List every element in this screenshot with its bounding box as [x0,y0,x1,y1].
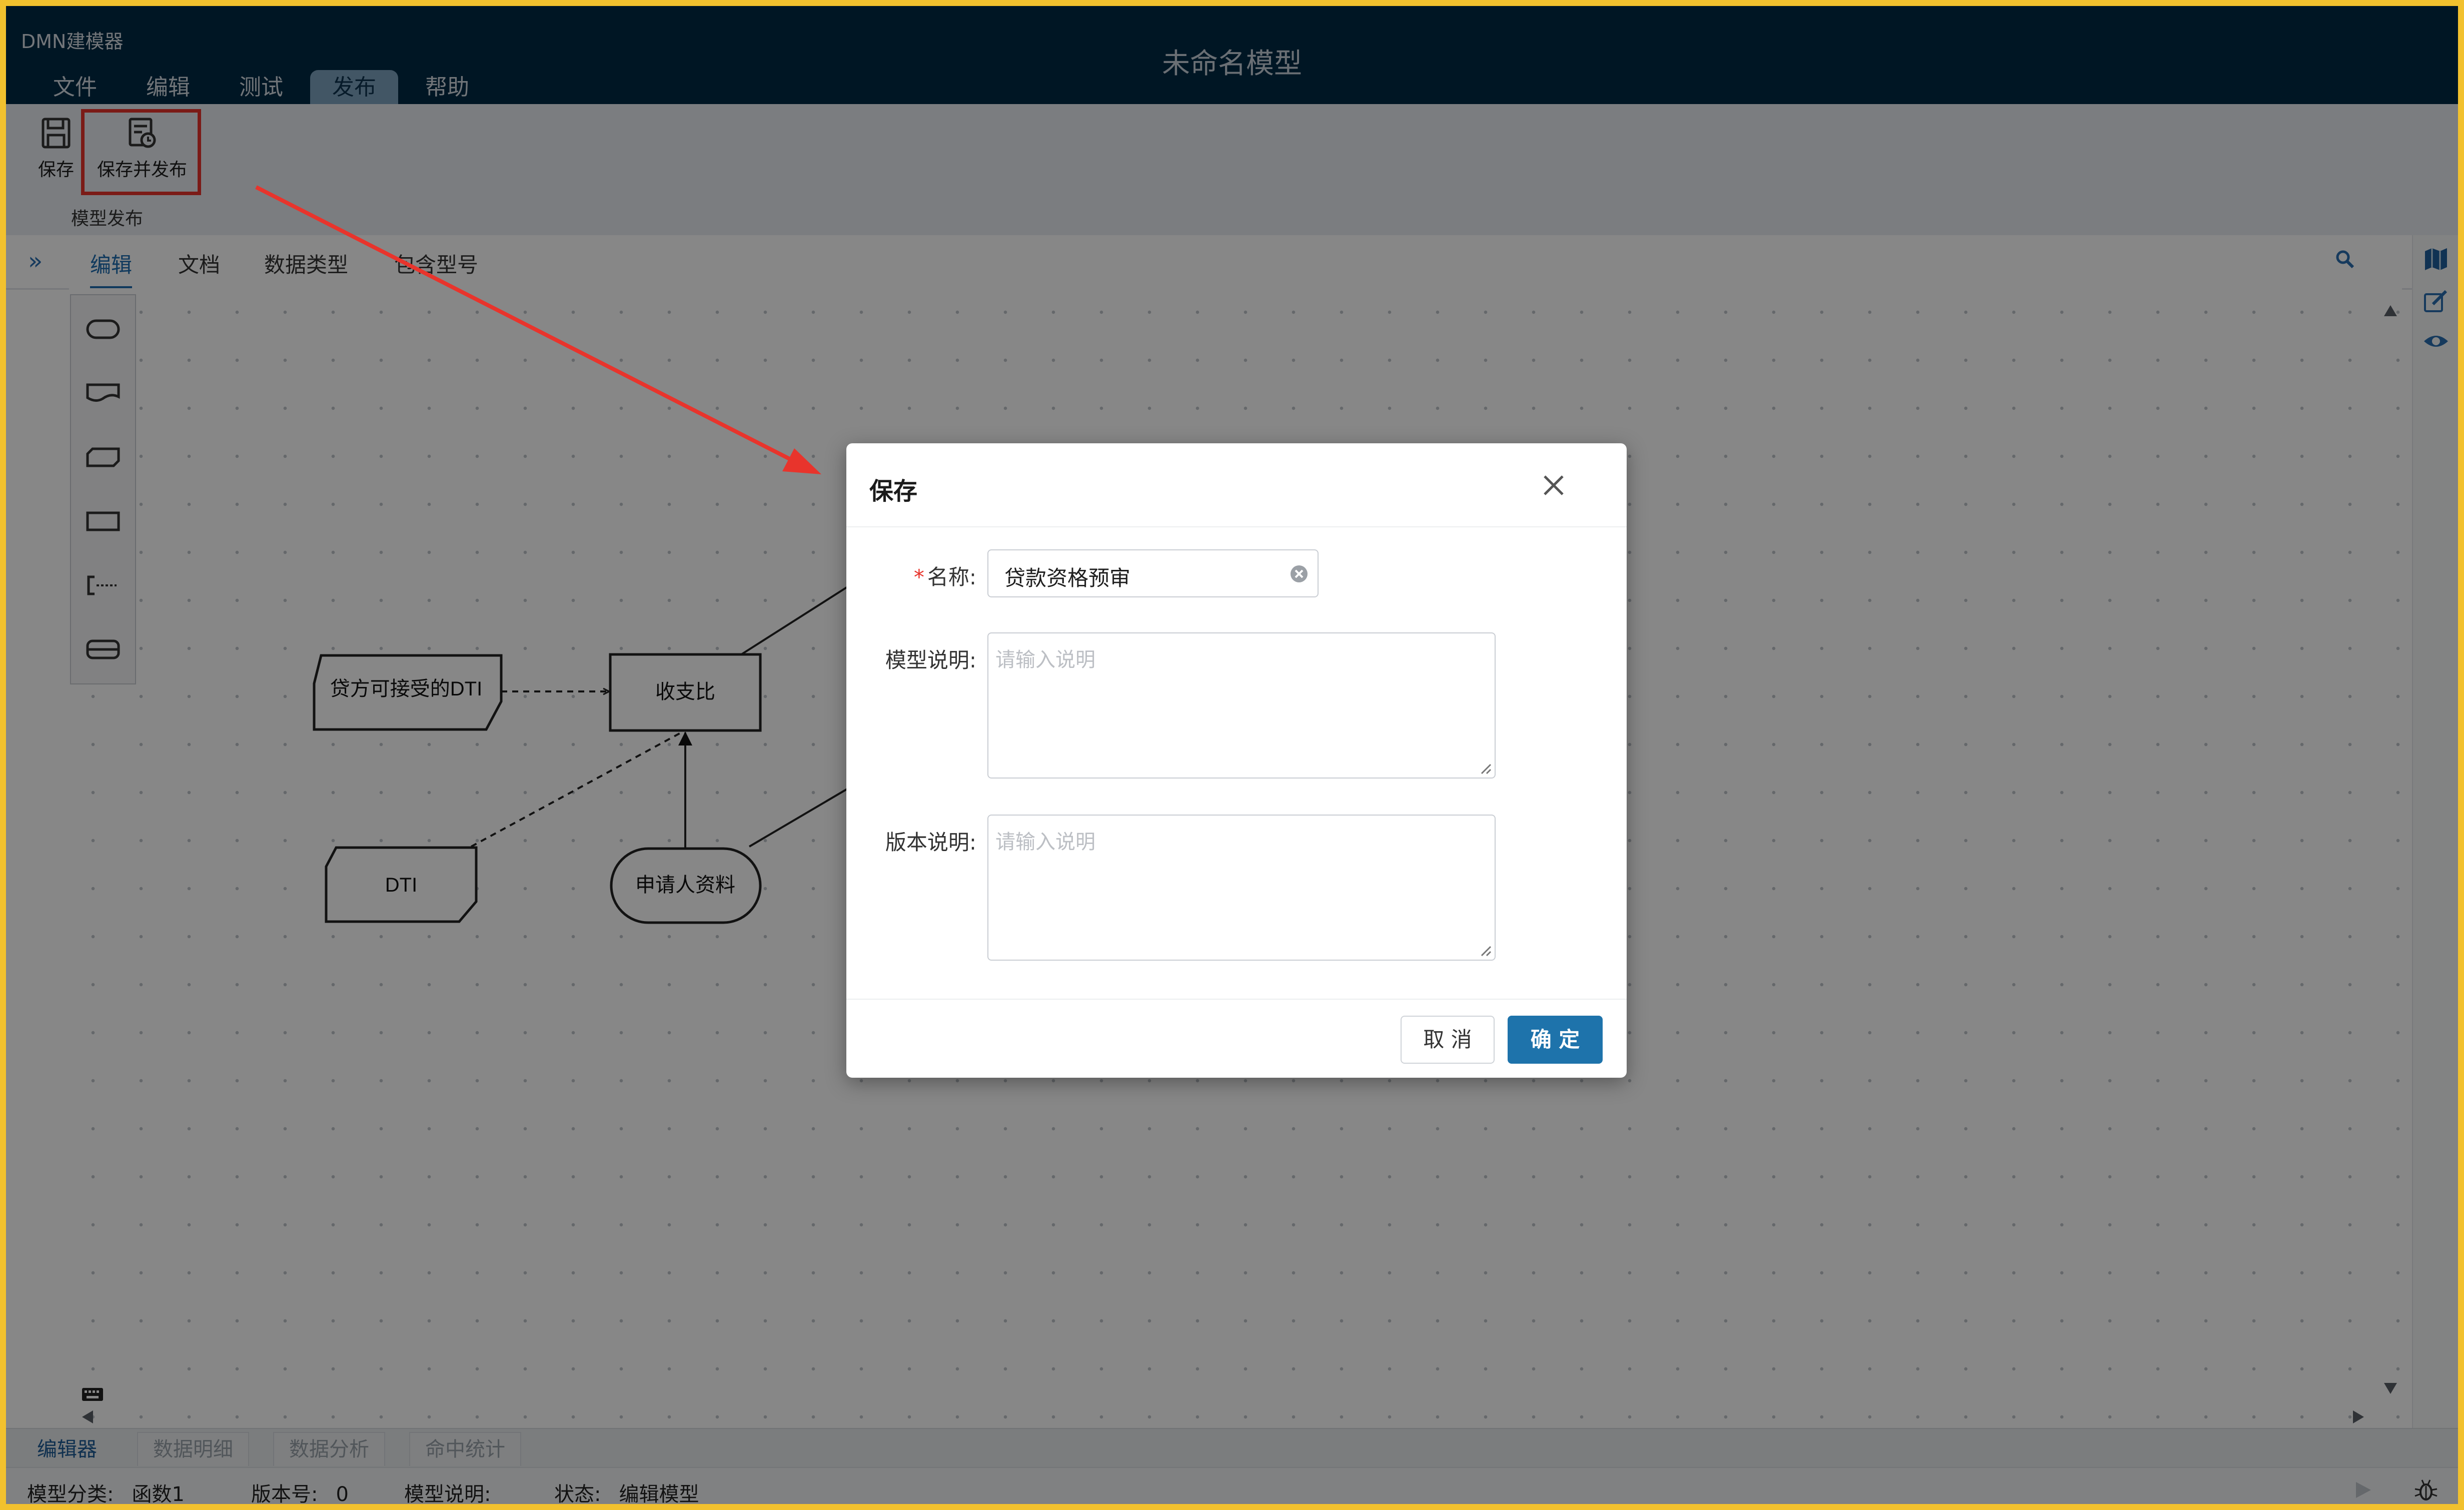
resize-grip-icon[interactable] [1480,763,1493,776]
model-desc-textarea[interactable]: 请输入说明 [987,632,1496,779]
version-desc-textarea[interactable]: 请输入说明 [987,815,1496,961]
name-input[interactable]: 贷款资格预审 [987,549,1319,597]
close-icon[interactable] [1540,471,1568,499]
name-label-text: 名称: [927,565,976,589]
version-desc-placeholder: 请输入说明 [995,831,1095,854]
clear-icon[interactable] [1289,563,1310,584]
name-label: * 名称: [913,565,976,589]
model-desc-label: 模型说明: [885,648,976,672]
confirm-button[interactable]: 确 定 [1508,1016,1603,1064]
dialog-footer-divider [846,999,1627,1000]
cancel-button[interactable]: 取 消 [1401,1016,1495,1064]
version-desc-label: 版本说明: [885,830,976,855]
name-input-value: 贷款资格预审 [1004,566,1131,590]
resize-grip-icon[interactable] [1480,945,1493,958]
model-desc-placeholder: 请输入说明 [995,648,1095,671]
dialog-header: 保存 [846,443,1627,527]
screenshot-frame: DMN建模器 未命名模型 文件 编辑 测试 发布 帮助 保存 保存并发布 模型发… [0,0,2464,1510]
dialog-title: 保存 [869,477,918,505]
save-dialog: 保存 *名称: 贷款资格预审 模型说明: 请输入说明 版本说明: 请输入说明 [846,443,1627,1078]
